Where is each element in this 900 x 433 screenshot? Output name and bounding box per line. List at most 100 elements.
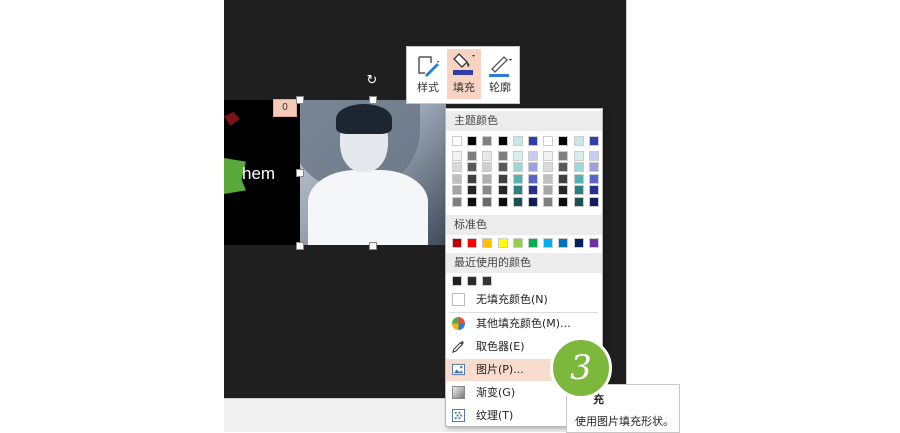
theme-color-swatch[interactable] (467, 136, 478, 146)
standard-color-swatch[interactable] (573, 238, 584, 248)
theme-color-shade-swatch[interactable] (543, 196, 554, 207)
standard-color-swatch[interactable] (512, 238, 523, 248)
theme-color-shade-swatch[interactable] (558, 185, 569, 196)
theme-color-shade-swatch[interactable] (452, 162, 462, 173)
standard-color-swatch[interactable] (558, 238, 569, 248)
theme-color-shade-swatch[interactable] (558, 173, 569, 184)
theme-color-shade-swatch[interactable] (452, 151, 462, 161)
theme-color-swatch[interactable] (497, 136, 508, 146)
theme-color-shade-swatch[interactable] (467, 173, 478, 184)
theme-color-shade-swatch[interactable] (452, 173, 462, 184)
theme-color-shade-swatch[interactable] (588, 162, 599, 173)
step-number-badge: 3 (550, 337, 612, 399)
theme-color-shade-swatch[interactable] (467, 151, 478, 161)
theme-color-shade-swatch[interactable] (528, 162, 538, 173)
theme-color-shade-swatch[interactable] (482, 173, 493, 184)
selected-picture[interactable] (300, 100, 446, 245)
theme-color-shade-swatch[interactable] (497, 185, 508, 196)
theme-color-shade-swatch[interactable] (588, 185, 599, 196)
theme-color-swatch[interactable] (482, 136, 493, 146)
theme-color-shade-swatch[interactable] (512, 173, 523, 184)
theme-colors-header: 主题颜色 (446, 111, 602, 131)
theme-color-shade-swatch[interactable] (543, 185, 554, 196)
standard-color-swatch[interactable] (482, 238, 493, 248)
theme-color-shade-swatch[interactable] (573, 185, 584, 196)
rotate-handle-icon[interactable]: ↻ (365, 74, 379, 88)
theme-color-shade-swatch[interactable] (497, 151, 508, 161)
resize-handle-bottom[interactable] (369, 242, 377, 250)
theme-color-shade-swatch[interactable] (528, 196, 538, 207)
theme-color-shade-swatch[interactable] (497, 196, 508, 207)
animation-badge: 0 (273, 99, 297, 117)
theme-color-swatch[interactable] (558, 136, 569, 146)
slide-text: hem (242, 164, 276, 183)
theme-color-shade-swatch[interactable] (558, 151, 569, 161)
picture-fill-label: 图片(P)... (476, 363, 524, 376)
theme-color-shade-swatch[interactable] (528, 173, 538, 184)
standard-color-swatch[interactable] (588, 238, 599, 248)
theme-color-shade-swatch[interactable] (543, 151, 554, 161)
recent-color-swatch[interactable] (452, 276, 462, 286)
color-wheel-icon (452, 317, 465, 330)
outline-button[interactable]: 轮廓 (483, 49, 517, 99)
theme-color-swatch[interactable] (588, 136, 599, 146)
theme-color-shade-swatch[interactable] (528, 151, 538, 161)
right-pane (626, 0, 675, 398)
standard-color-swatch[interactable] (543, 238, 554, 248)
theme-color-shade-swatch[interactable] (588, 173, 599, 184)
theme-color-shade-swatch[interactable] (452, 185, 462, 196)
theme-color-shade-swatch[interactable] (512, 162, 523, 173)
standard-color-swatch[interactable] (452, 238, 462, 248)
theme-color-shade-swatch[interactable] (497, 173, 508, 184)
theme-color-swatch[interactable] (543, 136, 554, 146)
theme-color-shade-swatch[interactable] (452, 196, 462, 207)
resize-handle-top-left[interactable] (296, 96, 304, 104)
recent-color-swatch[interactable] (467, 276, 478, 286)
no-fill-label: 无填充颜色(N) (476, 293, 548, 306)
theme-color-swatch[interactable] (512, 136, 523, 146)
standard-color-swatch[interactable] (528, 238, 538, 248)
theme-color-shade-swatch[interactable] (512, 151, 523, 161)
theme-color-shade-swatch[interactable] (467, 162, 478, 173)
theme-color-swatch[interactable] (528, 136, 538, 146)
eyedropper-label: 取色器(E) (476, 340, 525, 353)
theme-color-shade-swatch[interactable] (482, 196, 493, 207)
theme-color-shade-swatch[interactable] (573, 162, 584, 173)
theme-color-shade-swatch[interactable] (528, 185, 538, 196)
theme-color-shade-swatch[interactable] (497, 162, 508, 173)
picture-icon (452, 363, 465, 376)
theme-color-swatch[interactable] (573, 136, 584, 146)
theme-color-shade-swatch[interactable] (588, 151, 599, 161)
theme-color-shade-swatch[interactable] (482, 151, 493, 161)
theme-color-shade-swatch[interactable] (482, 185, 493, 196)
shape-style-icon (418, 56, 439, 77)
left-slide-content[interactable]: hem (224, 100, 300, 245)
theme-color-shade-swatch[interactable] (573, 173, 584, 184)
standard-color-swatch[interactable] (497, 238, 508, 248)
theme-color-shade-swatch[interactable] (588, 196, 599, 207)
resize-handle-bottom-left[interactable] (296, 242, 304, 250)
no-fill-swatch-icon (452, 293, 465, 306)
theme-color-shade-swatch[interactable] (512, 185, 523, 196)
theme-color-swatch[interactable] (452, 136, 462, 146)
theme-color-shade-swatch[interactable] (573, 196, 584, 207)
style-button[interactable]: 样式 (411, 49, 445, 99)
theme-color-shade-swatch[interactable] (573, 151, 584, 161)
paint-bucket-icon (453, 53, 475, 75)
fill-button[interactable]: 填充 (447, 49, 481, 99)
standard-colors-header: 标准色 (446, 215, 602, 235)
recent-color-swatch[interactable] (482, 276, 493, 286)
resize-handle-top[interactable] (369, 96, 377, 104)
theme-color-shade-swatch[interactable] (543, 162, 554, 173)
theme-color-shade-swatch[interactable] (512, 196, 523, 207)
theme-color-shade-swatch[interactable] (467, 196, 478, 207)
more-fill-colors-item[interactable]: 其他填充颜色(M)... (446, 313, 602, 335)
standard-color-swatch[interactable] (467, 238, 478, 248)
theme-color-shade-swatch[interactable] (482, 162, 493, 173)
theme-color-shade-swatch[interactable] (467, 185, 478, 196)
resize-handle-left[interactable] (296, 169, 304, 177)
theme-color-shade-swatch[interactable] (558, 162, 569, 173)
theme-color-shade-swatch[interactable] (543, 173, 554, 184)
theme-color-shade-swatch[interactable] (558, 196, 569, 207)
no-fill-item[interactable]: 无填充颜色(N) (446, 289, 602, 311)
